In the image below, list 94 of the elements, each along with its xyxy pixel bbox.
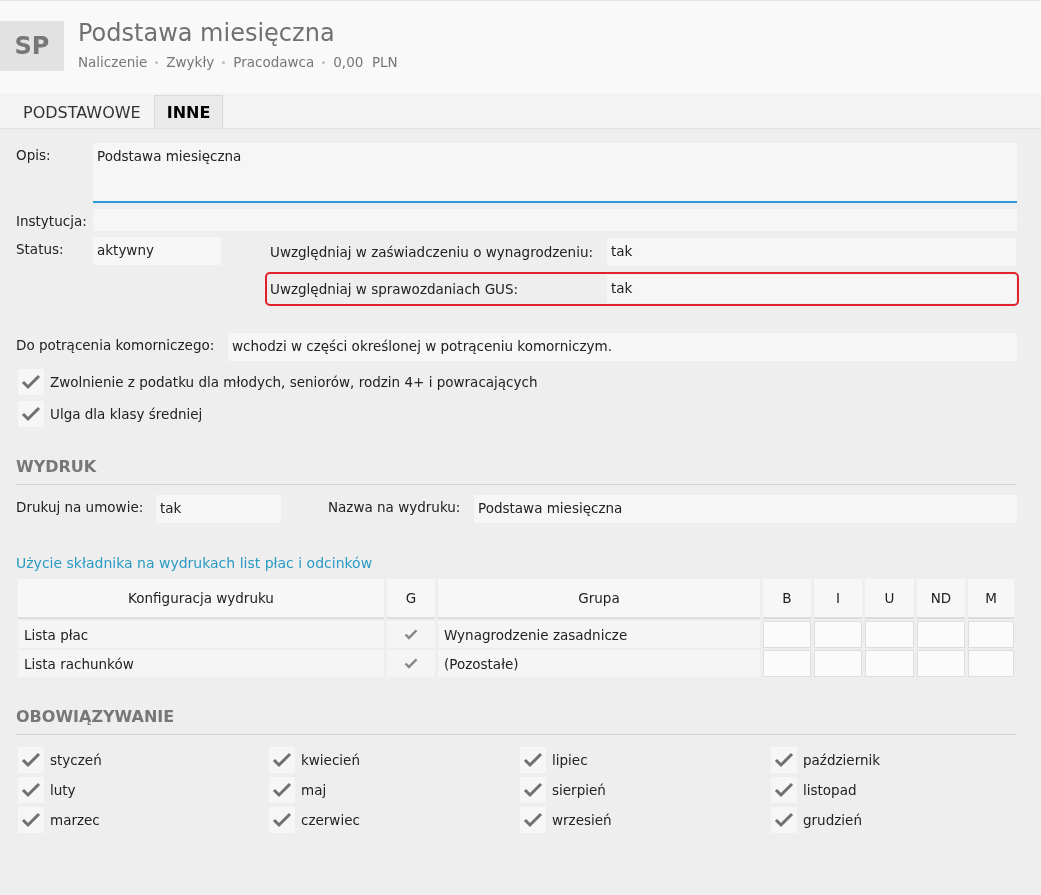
column-header: U: [865, 579, 914, 619]
table-cell: Lista płac: [18, 621, 384, 648]
checkmark-icon: [272, 812, 292, 828]
checkbox[interactable]: [18, 747, 44, 773]
bailiff-field[interactable]: wchodzi w części określonej w potrąceniu komorniczym.: [228, 333, 1017, 361]
checkmark-icon: [523, 752, 543, 768]
column-header: Konfiguracja wydruku: [18, 579, 384, 619]
table-cell: [865, 650, 914, 677]
checkmark-icon: [272, 782, 292, 798]
checkmark-icon: [21, 406, 41, 422]
checkbox-label: luty: [50, 782, 76, 798]
field-label: Do potrącenia komorniczego:: [16, 336, 216, 353]
checkbox[interactable]: [520, 807, 546, 833]
table-cell: (Pozostałe): [438, 650, 760, 677]
checkmark-icon: [21, 782, 41, 798]
description-field[interactable]: Podstawa miesięczna: [93, 143, 1017, 203]
checkmark-icon: [774, 782, 794, 798]
table-cell: [763, 650, 811, 677]
checkbox-label: październik: [803, 752, 881, 768]
checkmark-icon: [774, 752, 794, 768]
checkbox[interactable]: [18, 777, 44, 803]
status-field[interactable]: aktywny: [93, 237, 221, 265]
table-cell: [968, 621, 1014, 648]
checkmark-icon: [523, 812, 543, 828]
table-cell: [968, 650, 1014, 677]
checkmark-icon: [272, 752, 292, 768]
avatar-initials: SP: [0, 21, 64, 71]
meta-text: Naliczenie: [78, 54, 148, 70]
section-heading: OBOWIĄZYWANIE: [16, 707, 1017, 735]
checkmark-icon: [774, 812, 794, 828]
checkbox-label: maj: [301, 782, 327, 798]
value-field[interactable]: tak: [607, 275, 1016, 303]
checkbox-label: kwiecień: [301, 752, 360, 768]
checkbox-label: styczeń: [50, 752, 102, 768]
meta-text: Zwykły: [166, 54, 215, 70]
table-cell: [917, 621, 965, 648]
column-header: M: [968, 579, 1014, 619]
checkbox-label: Ulga dla klasy średniej: [50, 406, 203, 422]
field-label: Status:: [16, 240, 65, 257]
checkbox[interactable]: [771, 747, 797, 773]
checkbox[interactable]: [269, 747, 295, 773]
checkbox-label: czerwiec: [301, 812, 360, 828]
table-cell: [814, 621, 862, 648]
column-header: B: [763, 579, 811, 619]
checkbox-label: sierpień: [552, 782, 606, 798]
table-cell: [814, 650, 862, 677]
table-cell: Lista rachunków: [18, 650, 384, 677]
checkbox[interactable]: [18, 807, 44, 833]
field-label: Uwzględniaj w sprawozdaniach GUS:: [269, 281, 520, 297]
checkbox[interactable]: [18, 369, 44, 395]
checkbox[interactable]: [520, 747, 546, 773]
print-name-field[interactable]: Podstawa miesięczna: [474, 495, 1017, 523]
field-label: Uwzględniaj w zaświadczeniu o wynagrodzeniu:: [269, 244, 595, 260]
meta-text: 0,00 PLN: [333, 54, 398, 70]
checkbox[interactable]: [269, 807, 295, 833]
checkbox-label: marzec: [50, 812, 100, 828]
column-header: I: [814, 579, 862, 619]
field-label: Nazwa na wydruku:: [328, 498, 462, 515]
checkmark-icon: [21, 752, 41, 768]
checkmark-icon: [21, 374, 41, 390]
table-cell: [865, 621, 914, 648]
field-label: Opis:: [16, 146, 52, 163]
checkbox[interactable]: [771, 777, 797, 803]
table-cell: [763, 621, 811, 648]
checkbox-label: grudzień: [803, 812, 862, 828]
checkbox-label: lipiec: [552, 752, 588, 768]
meta-text: Pracodawca: [233, 54, 315, 70]
checkbox[interactable]: [520, 777, 546, 803]
field-label: Instytucja:: [16, 212, 88, 229]
value-field[interactable]: tak: [607, 238, 1016, 266]
table-cell: Wynagrodzenie zasadnicze: [438, 621, 760, 648]
checkbox-label: Zwolnienie z podatku dla młodych, seniorów, rodzin 4+ i powracających: [50, 374, 538, 390]
field-label: Drukuj na umowie:: [16, 498, 145, 515]
checkmark-icon: [21, 812, 41, 828]
section-heading: WYDRUK: [16, 457, 1017, 485]
checkbox[interactable]: [18, 401, 44, 427]
separator-dot: [322, 60, 326, 64]
checkbox[interactable]: [269, 777, 295, 803]
checkbox[interactable]: [771, 807, 797, 833]
column-header: ND: [917, 579, 965, 619]
checkbox-label: listopad: [803, 782, 857, 798]
separator-dot: [222, 60, 226, 64]
checkbox-label: wrzesień: [552, 812, 612, 828]
checkmark-icon: [523, 782, 543, 798]
column-header: G: [387, 579, 435, 619]
checkmark-icon: [404, 658, 418, 669]
column-header: Grupa: [438, 579, 760, 619]
separator-dot: [155, 60, 159, 64]
page-title: Podstawa miesięczna: [78, 19, 336, 47]
checkmark-icon: [404, 629, 418, 640]
tab[interactable]: PODSTAWOWE: [10, 95, 154, 128]
print-field[interactable]: tak: [156, 495, 281, 523]
tab[interactable]: INNE: [153, 95, 224, 128]
table-cell: [917, 650, 965, 677]
